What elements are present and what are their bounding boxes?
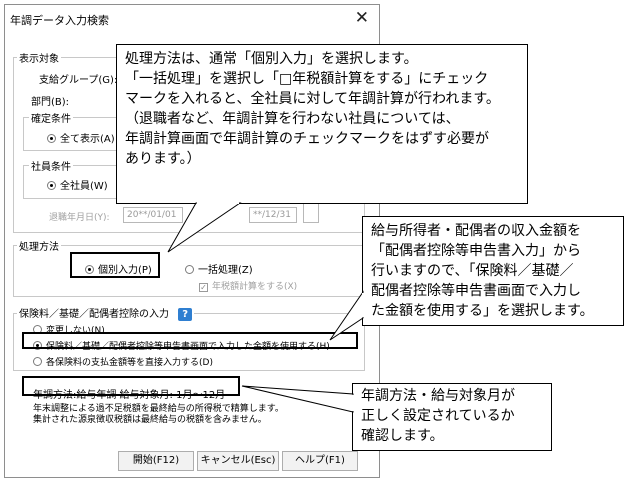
callout-3-pointer	[241, 385, 354, 413]
